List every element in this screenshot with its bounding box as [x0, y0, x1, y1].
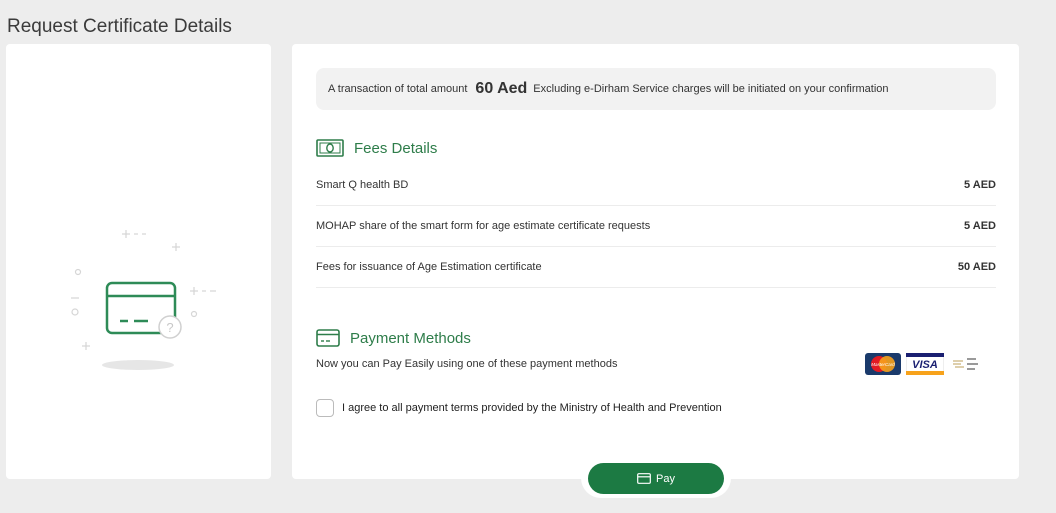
banner-prefix: A transaction of total amount	[328, 83, 468, 95]
svg-text:?: ?	[166, 320, 173, 335]
edirham-logo	[949, 353, 981, 375]
page-title: Request Certificate Details	[7, 16, 232, 37]
agree-checkbox[interactable]	[316, 399, 334, 417]
pay-button-label: Pay	[656, 472, 675, 485]
agree-label: I agree to all payment terms provided by…	[342, 402, 722, 414]
visa-text: VISA	[912, 359, 938, 371]
mastercard-logo: MasterCard	[865, 353, 901, 375]
mastercard-text: MasterCard	[871, 362, 895, 367]
money-bill-icon	[316, 139, 344, 157]
fee-label: MOHAP share of the smart form for age es…	[316, 219, 651, 232]
fee-row: MOHAP share of the smart form for age es…	[316, 205, 996, 247]
visa-logo: VISA	[906, 353, 944, 375]
terms-agreement: I agree to all payment terms provided by…	[316, 399, 722, 417]
fee-value: 50 AED	[957, 260, 996, 273]
fee-row: Fees for issuance of Age Estimation cert…	[316, 246, 996, 288]
total-amount: 60 Aed	[475, 80, 528, 97]
payment-card: A transaction of total amount 60 Aed Exc…	[292, 44, 1019, 479]
fee-value: 5 AED	[964, 178, 996, 191]
credit-card-icon	[637, 473, 651, 484]
fee-row: Smart Q health BD 5 AED	[316, 164, 996, 206]
payment-methods-heading: Payment Methods	[316, 329, 471, 347]
fees-details-heading: Fees Details	[316, 139, 437, 157]
fee-label: Smart Q health BD	[316, 178, 409, 191]
banner-suffix: Excluding e-Dirham Service charges will …	[533, 83, 889, 95]
illustration-panel: ?	[6, 44, 271, 479]
payment-logos: MasterCard VISA	[865, 353, 981, 375]
credit-card-icon	[316, 329, 340, 347]
payment-methods-subtitle: Now you can Pay Easily using one of thes…	[316, 358, 618, 370]
transaction-banner: A transaction of total amount 60 Aed Exc…	[316, 68, 996, 110]
card-payment-illustration: ?	[71, 230, 216, 370]
payment-methods-title: Payment Methods	[350, 329, 471, 347]
fees-details-title: Fees Details	[354, 139, 438, 157]
pay-button[interactable]: Pay	[588, 463, 724, 494]
fee-label: Fees for issuance of Age Estimation cert…	[316, 260, 542, 273]
fee-value: 5 AED	[964, 219, 996, 232]
